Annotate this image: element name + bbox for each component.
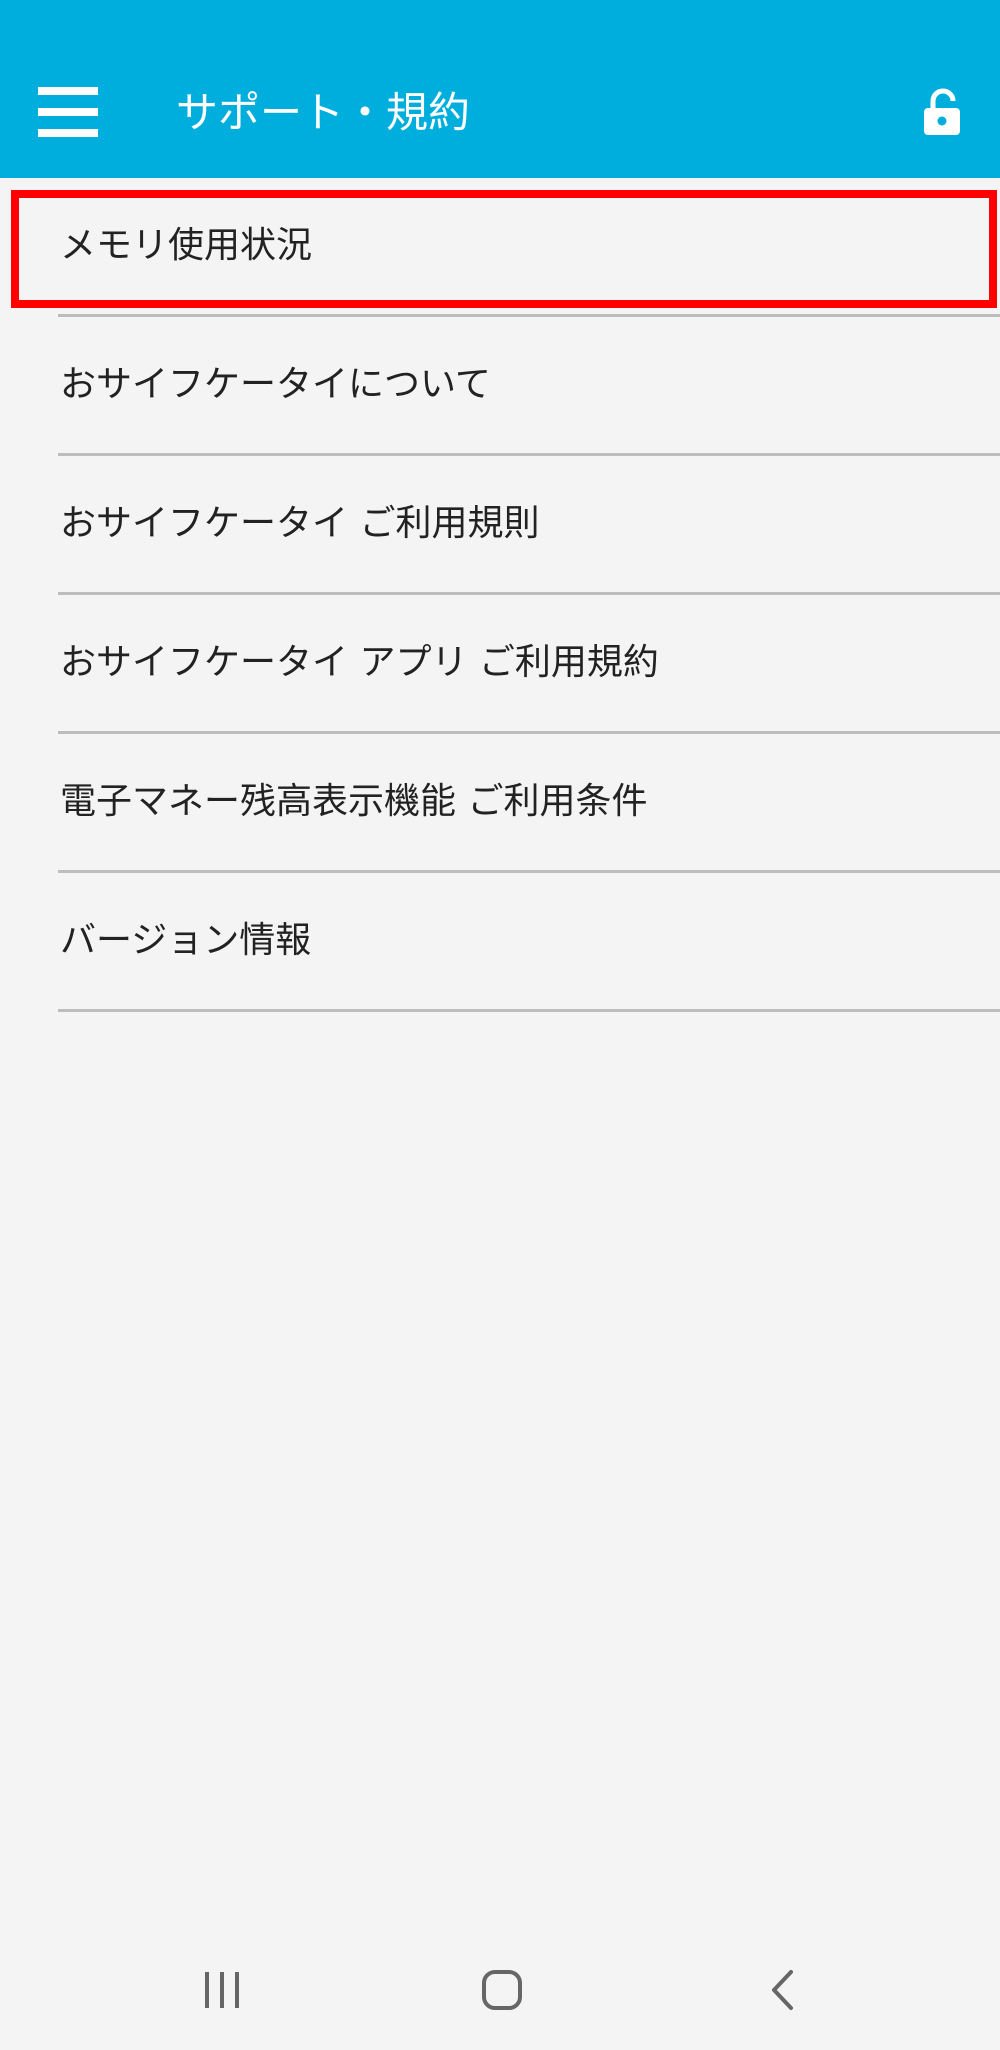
divider — [58, 1009, 1000, 1012]
recent-apps-button[interactable] — [172, 1950, 272, 2030]
hamburger-menu-icon — [38, 87, 98, 137]
home-button[interactable] — [452, 1950, 552, 2030]
menu-item-label: おサイフケータイについて — [60, 364, 491, 405]
lock-button[interactable] — [902, 70, 982, 154]
menu-item-label: 電子マネー残高表示機能 ご利用条件 — [60, 781, 648, 822]
back-button[interactable] — [732, 1950, 832, 2030]
menu-item-label: おサイフケータイ アプリ ご利用規約 — [60, 642, 659, 683]
page-title: サポート・規約 — [176, 88, 471, 137]
system-navigation-bar — [0, 1930, 1000, 2050]
menu-item-usage-rules[interactable]: おサイフケータイ ご利用規則 — [0, 456, 1000, 595]
recent-apps-icon — [205, 1972, 239, 2008]
support-menu-list: メモリ使用状況 おサイフケータイについて おサイフケータイ ご利用規則 おサイフ… — [0, 178, 1000, 1012]
menu-item-label: バージョン情報 — [60, 920, 312, 961]
menu-item-about-osaifu-keitai[interactable]: おサイフケータイについて — [0, 317, 1000, 456]
menu-item-label: おサイフケータイ ご利用規則 — [60, 503, 540, 544]
menu-item-version-info[interactable]: バージョン情報 — [0, 873, 1000, 1012]
home-icon — [482, 1970, 522, 2010]
app-bar: サポート・規約 — [0, 0, 1000, 178]
back-icon — [772, 1970, 793, 2010]
menu-item-app-terms[interactable]: おサイフケータイ アプリ ご利用規約 — [0, 595, 1000, 734]
menu-item-label: メモリ使用状況 — [60, 225, 313, 266]
menu-item-balance-display-terms[interactable]: 電子マネー残高表示機能 ご利用条件 — [0, 734, 1000, 873]
menu-item-memory-usage[interactable]: メモリ使用状況 — [0, 178, 1000, 317]
menu-button[interactable] — [20, 70, 116, 154]
unlock-icon — [924, 88, 960, 135]
